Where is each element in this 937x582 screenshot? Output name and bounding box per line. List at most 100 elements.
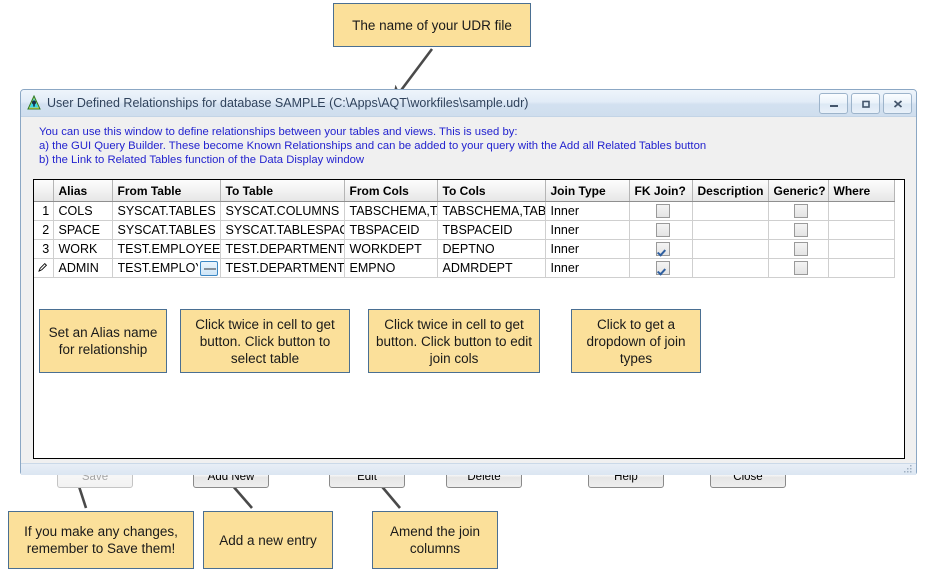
cell-fk-join[interactable]: [629, 258, 693, 278]
cell-to-table[interactable]: TEST.DEPARTMENT: [220, 239, 345, 259]
aqt-logo-icon: [27, 95, 41, 110]
callout-join-type-text: Click to get a dropdown of join types: [586, 316, 686, 366]
cell-alias[interactable]: ADMIN: [53, 258, 113, 278]
col-header-from-cols[interactable]: From Cols: [344, 180, 438, 202]
cell-fk-join[interactable]: [629, 239, 693, 259]
cell-alias[interactable]: SPACE: [53, 220, 113, 240]
table-header-row: Alias From Table To Table From Cols To C…: [34, 180, 895, 202]
col-header-select[interactable]: [34, 180, 54, 202]
cell-to-cols[interactable]: TBSPACEID: [437, 220, 546, 240]
cell-to-table[interactable]: SYSCAT.COLUMNS: [220, 201, 345, 221]
cell-from-cols[interactable]: TABSCHEMA,TA: [344, 201, 438, 221]
generic-checkbox[interactable]: [793, 261, 808, 276]
col-header-alias[interactable]: Alias: [53, 180, 113, 202]
resize-grip-icon[interactable]: [903, 465, 913, 474]
fk-join-checkbox[interactable]: [656, 204, 670, 219]
cell-generic[interactable]: [768, 239, 829, 259]
window-controls: [819, 93, 912, 114]
fk-join-checkbox[interactable]: [656, 261, 670, 276]
cell-where[interactable]: [828, 258, 895, 278]
col-header-where[interactable]: Where: [828, 180, 895, 202]
callout-add-new-text: Add a new entry: [219, 532, 317, 548]
generic-checkbox[interactable]: [793, 223, 808, 238]
row-number[interactable]: 3: [34, 239, 54, 259]
cell-to-table[interactable]: SYSCAT.TABLESPACE: [220, 220, 345, 240]
cell-join-type[interactable]: Inner: [545, 239, 630, 259]
cell-generic[interactable]: [768, 201, 829, 221]
callout-save-text: If you make any changes, remember to Sav…: [24, 524, 178, 556]
table-row[interactable]: 3 WORK TEST.EMPLOYEE TEST.DEPARTMENT WORKDEP…: [34, 239, 895, 259]
cell-fk-join[interactable]: [629, 201, 693, 221]
cell-description[interactable]: [692, 220, 769, 240]
cell-to-cols[interactable]: DEPTNO: [437, 239, 546, 259]
col-header-join-type[interactable]: Join Type: [545, 180, 630, 202]
maximize-button[interactable]: [851, 93, 880, 114]
callout-from-table-text: Click twice in cell to get button. Click…: [195, 316, 335, 366]
callout-udr-file-name-text: The name of your UDR file: [352, 17, 512, 33]
relationships-table: Alias From Table To Table From Cols To C…: [34, 180, 895, 278]
col-header-to-cols[interactable]: To Cols: [437, 180, 546, 202]
col-header-from-table[interactable]: From Table: [112, 180, 221, 202]
cell-description[interactable]: [692, 239, 769, 259]
fk-join-checkbox[interactable]: [656, 223, 670, 238]
table-row[interactable]: 2 SPACE SYSCAT.TABLES SYSCAT.TABLESPACE TBSP…: [34, 220, 895, 240]
cell-where[interactable]: [828, 201, 895, 221]
window-titlebar[interactable]: User Defined Relationships for database …: [21, 90, 916, 117]
row-number[interactable]: 2: [34, 220, 54, 240]
cell-from-table[interactable]: SYSCAT.TABLES: [112, 220, 221, 240]
cell-generic[interactable]: [768, 220, 829, 240]
cell-from-table-text: TEST.EMPLOYE: [117, 261, 199, 275]
callout-edit-text: Amend the join columns: [389, 524, 481, 556]
callout-join-type: Click to get a dropdown of join types: [571, 309, 701, 373]
cell-where[interactable]: [828, 220, 895, 240]
cell-fk-join[interactable]: [629, 220, 693, 240]
udr-window: User Defined Relationships for database …: [20, 89, 917, 488]
generic-checkbox[interactable]: [793, 242, 808, 257]
table-body: 1 COLS SYSCAT.TABLES SYSCAT.COLUMNS TABSCHEM…: [34, 201, 895, 278]
callout-alias-text: Set an Alias name for relationship: [48, 325, 158, 357]
col-header-fk-join[interactable]: FK Join?: [629, 180, 693, 202]
minimize-button[interactable]: [819, 93, 848, 114]
cell-description[interactable]: [692, 201, 769, 221]
col-header-to-table[interactable]: To Table: [220, 180, 345, 202]
callout-add-new: Add a new entry: [203, 511, 333, 569]
cell-ellipsis-button[interactable]: [200, 260, 218, 276]
window-title: User Defined Relationships for database …: [47, 96, 529, 110]
cell-join-type[interactable]: Inner: [545, 258, 630, 278]
cell-generic[interactable]: [768, 258, 829, 278]
cell-alias[interactable]: WORK: [53, 239, 113, 259]
callout-alias: Set an Alias name for relationship: [39, 309, 167, 373]
cell-where[interactable]: [828, 239, 895, 259]
cell-to-cols[interactable]: ADMRDEPT: [437, 258, 546, 278]
table-row[interactable]: 1 COLS SYSCAT.TABLES SYSCAT.COLUMNS TABSCHEM…: [34, 201, 895, 221]
cell-from-table[interactable]: TEST.EMPLOYE: [112, 258, 221, 278]
callout-from-table: Click twice in cell to get button. Click…: [180, 309, 350, 373]
status-bar: [21, 463, 916, 475]
fk-join-checkbox[interactable]: [656, 242, 670, 257]
callout-join-cols-text: Click twice in cell to get button. Click…: [375, 316, 533, 366]
row-number[interactable]: 1: [34, 201, 54, 221]
cell-to-table[interactable]: TEST.DEPARTMENT: [220, 258, 345, 278]
row-edit-indicator[interactable]: [34, 258, 54, 278]
table-row[interactable]: ADMIN TEST.EMPLOYE TEST.DEPARTMENTEMPNOADM…: [34, 258, 895, 278]
cell-from-cols[interactable]: WORKDEPT: [344, 239, 438, 259]
cell-from-cols[interactable]: TBSPACEID: [344, 220, 438, 240]
col-header-description[interactable]: Description: [692, 180, 769, 202]
cell-alias[interactable]: COLS: [53, 201, 113, 221]
close-button[interactable]: [883, 93, 912, 114]
generic-checkbox[interactable]: [793, 204, 808, 219]
cell-join-type[interactable]: Inner: [545, 220, 630, 240]
cell-from-table[interactable]: TEST.EMPLOYEE: [112, 239, 221, 259]
cell-from-cols[interactable]: EMPNO: [344, 258, 438, 278]
cell-to-cols[interactable]: TABSCHEMA,TABN: [437, 201, 546, 221]
info-line-3: b) the Link to Related Tables function o…: [39, 154, 365, 167]
info-line-2: a) the GUI Query Builder. These become K…: [39, 140, 707, 153]
callout-edit: Amend the join columns: [372, 511, 498, 569]
cell-join-type[interactable]: Inner: [545, 201, 630, 221]
screenshot-root: The name of your UDR file User Defined R…: [0, 0, 937, 582]
callout-save: If you make any changes, remember to Sav…: [8, 511, 194, 569]
cell-from-table[interactable]: SYSCAT.TABLES: [112, 201, 221, 221]
col-header-generic[interactable]: Generic?: [768, 180, 829, 202]
cell-description[interactable]: [692, 258, 769, 278]
callout-join-cols: Click twice in cell to get button. Click…: [368, 309, 540, 373]
